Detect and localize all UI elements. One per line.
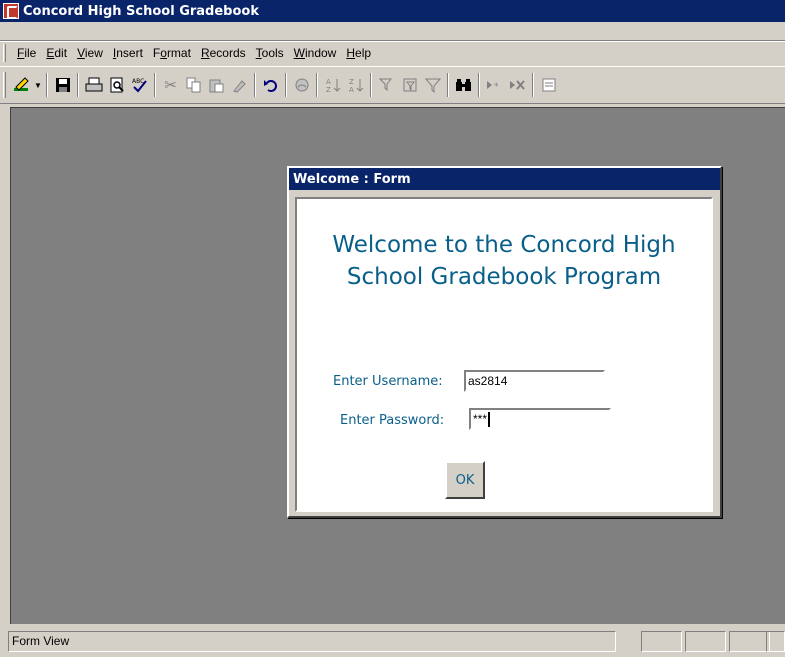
delete-record-icon[interactable] (506, 73, 529, 97)
apply-filter-icon[interactable] (421, 73, 444, 97)
menu-format[interactable]: Format (148, 46, 196, 60)
welcome-heading-line-1: Welcome to the Concord High (332, 232, 676, 258)
app-title: Concord High School Gradebook (23, 3, 259, 19)
copy-icon[interactable] (182, 73, 205, 97)
form-view-toolbar: ▼ ABC ✂ AZ ZA * (0, 66, 785, 104)
welcome-form-title: Welcome : Form (293, 171, 411, 187)
welcome-form-body: Welcome to the Concord High School Grade… (295, 197, 713, 512)
print-preview-icon[interactable] (105, 73, 128, 97)
status-indicator-1 (641, 631, 682, 652)
find-icon[interactable] (452, 73, 475, 97)
menu-bar-grip[interactable] (3, 43, 6, 62)
welcome-heading-line-2: School Gradebook Program (346, 264, 662, 290)
password-value: *** (473, 412, 488, 426)
menu-help[interactable]: Help (341, 46, 376, 60)
welcome-heading: Welcome to the Concord High School Grade… (297, 229, 711, 293)
ok-button[interactable]: OK (445, 461, 485, 499)
insert-hyperlink-icon[interactable] (290, 73, 313, 97)
svg-text:*: * (494, 82, 499, 92)
menu-tools[interactable]: Tools (251, 46, 289, 60)
save-icon[interactable] (51, 73, 74, 97)
view-dropdown-icon[interactable]: ▼ (33, 81, 43, 90)
status-indicator-3 (729, 631, 770, 652)
welcome-form-title-bar[interactable]: Welcome : Form (289, 168, 720, 190)
spelling-icon[interactable]: ABC (128, 73, 151, 97)
text-caret (488, 412, 491, 428)
print-icon[interactable] (82, 73, 105, 97)
sort-ascending-icon[interactable]: AZ (321, 73, 344, 97)
undo-icon[interactable] (259, 73, 282, 97)
menu-insert[interactable]: Insert (108, 46, 148, 60)
svg-text:Z: Z (326, 86, 331, 93)
filter-by-form-icon[interactable] (398, 73, 421, 97)
menu-edit[interactable]: Edit (41, 46, 72, 60)
filter-by-selection-icon[interactable] (375, 73, 398, 97)
status-indicator-4 (766, 631, 785, 652)
welcome-form-window: Welcome : Form Welcome to the Concord Hi… (287, 166, 722, 518)
menu-window[interactable]: Window (289, 46, 342, 60)
menu-view[interactable]: View (72, 46, 108, 60)
properties-icon[interactable] (537, 73, 560, 97)
username-value: as2814 (468, 374, 508, 388)
menu-records[interactable]: Records (196, 46, 251, 60)
status-bar: Form View (0, 628, 785, 657)
sort-descending-icon[interactable]: ZA (344, 73, 367, 97)
new-record-icon[interactable]: * (483, 73, 506, 97)
status-text: Form View (8, 631, 616, 652)
menu-bar: File Edit View Insert Format Records Too… (0, 41, 785, 63)
paste-icon[interactable] (205, 73, 228, 97)
access-icon[interactable] (3, 3, 19, 19)
svg-text:A: A (326, 78, 331, 86)
status-indicator-2 (685, 631, 726, 652)
username-input[interactable]: as2814 (464, 370, 605, 392)
menu-file[interactable]: File (12, 46, 41, 60)
username-label: Enter Username: (333, 374, 443, 389)
svg-text:Z: Z (349, 78, 354, 86)
cut-icon[interactable]: ✂ (159, 73, 182, 97)
password-label: Enter Password: (340, 413, 445, 428)
app-title-bar[interactable]: Concord High School Gradebook (0, 0, 785, 22)
view-design-icon[interactable] (10, 73, 33, 97)
format-painter-icon[interactable] (228, 73, 251, 97)
password-input[interactable]: *** (469, 408, 611, 430)
ok-button-label: OK (455, 472, 475, 488)
toolbar-grip[interactable] (3, 72, 6, 98)
svg-text:A: A (349, 86, 354, 93)
